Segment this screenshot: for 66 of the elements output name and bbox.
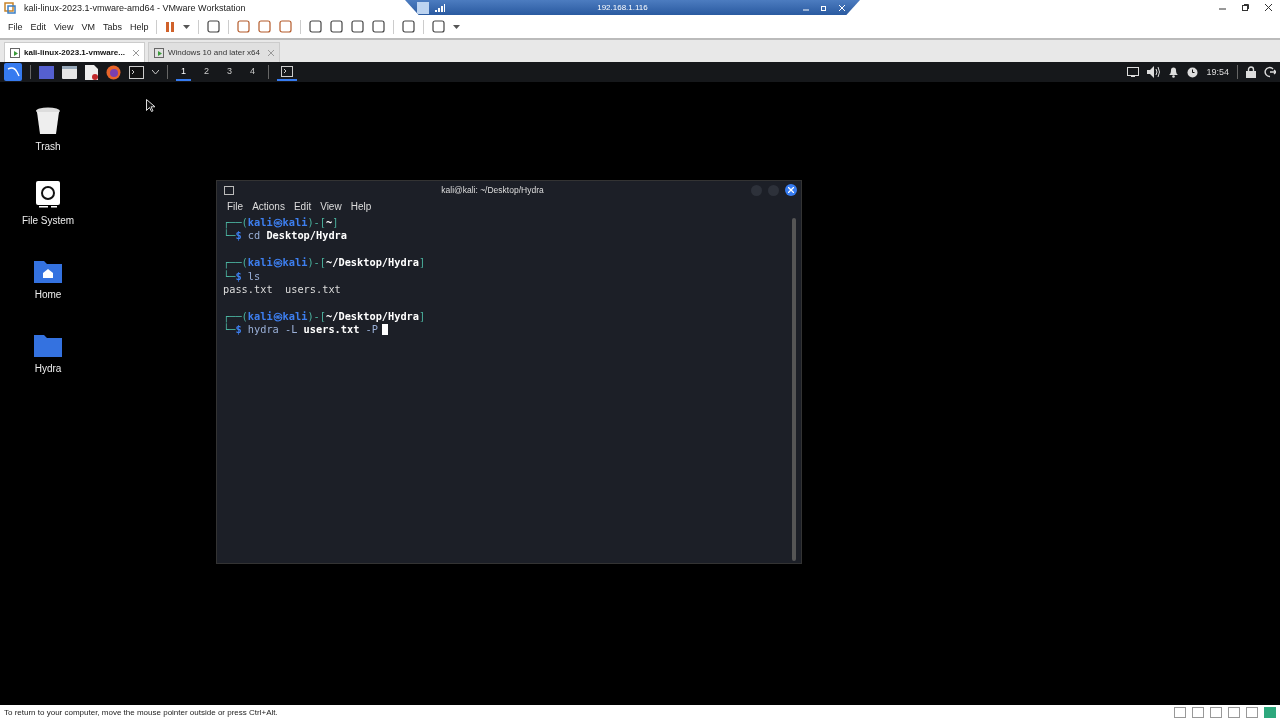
workspace-button[interactable]: 4 <box>245 63 261 81</box>
vm-icon <box>153 47 164 58</box>
caret-icon[interactable] <box>152 69 159 75</box>
terminal-icon[interactable] <box>129 65 144 79</box>
prompt-line: ┌──(kali㉿kali)-[~] <box>223 216 339 230</box>
drive-icon[interactable] <box>36 181 60 209</box>
close-tab-icon[interactable] <box>132 49 139 56</box>
trash-icon[interactable] <box>36 107 60 135</box>
status-message: To return to your computer, move the mouse pointer outside or press Ctrl+Alt. <box>4 708 278 717</box>
clock-time[interactable]: 19:54 <box>1206 67 1229 77</box>
desktop-icon-label[interactable]: Trash <box>35 141 61 152</box>
menu-item[interactable]: Help <box>129 21 149 32</box>
terminal-icon <box>224 185 234 195</box>
close-icon[interactable] <box>1265 4 1272 11</box>
clock-icon <box>1187 66 1199 78</box>
browser-icon[interactable] <box>106 64 121 80</box>
workspace-button[interactable]: 2 <box>199 63 215 81</box>
output-line: pass.txt users.txt <box>223 282 341 297</box>
remote-address: 192.168.1.116 <box>596 3 649 12</box>
folder-icon[interactable] <box>34 335 62 357</box>
logout-icon[interactable] <box>1264 66 1276 78</box>
home-folder-icon[interactable] <box>34 261 62 283</box>
file-manager-icon[interactable] <box>62 65 77 79</box>
menu-item[interactable]: Edit <box>30 21 47 32</box>
menu-item[interactable]: VM <box>81 21 95 32</box>
prompt-line: ┌──(kali㉿kali)-[~/Desktop/Hydra] <box>223 309 426 324</box>
pause-icon[interactable] <box>165 20 176 33</box>
menu-item[interactable]: View <box>54 21 74 32</box>
desktop-icon[interactable] <box>39 65 54 79</box>
kali-menu-icon[interactable] <box>4 63 22 81</box>
vm-tab[interactable]: Windows 10 and later x64 <box>147 42 280 62</box>
desktop-icon-label[interactable]: Home <box>34 289 62 300</box>
caret-icon[interactable] <box>453 24 461 29</box>
app-icon <box>4 1 16 14</box>
vm-icon <box>10 47 20 58</box>
menu-item[interactable]: Tabs <box>102 21 122 32</box>
terminal-task-button[interactable] <box>277 63 298 81</box>
menu-item[interactable]: View <box>320 201 342 212</box>
workspace-button[interactable]: 3 <box>222 63 238 81</box>
command-line: └─$ hydra -L users.txt -P <box>223 323 378 337</box>
window-title: kali-linux-2023.1-vmware-amd64 - VMware Workstation <box>24 2 246 13</box>
caret-icon[interactable] <box>183 24 191 29</box>
volume-icon[interactable] <box>1147 66 1161 78</box>
text-editor-icon[interactable] <box>85 64 98 80</box>
mouse-pointer-icon <box>146 99 155 112</box>
terminal-title: kali@kali: ~/Desktop/Hydra <box>440 185 545 195</box>
close-button[interactable] <box>785 184 797 196</box>
command-line: └─$ cd Desktop/Hydra <box>223 229 347 243</box>
menu-item[interactable]: Edit <box>293 201 312 212</box>
signal-icon <box>435 3 445 12</box>
desktop-icon-label[interactable]: File System <box>21 215 75 226</box>
computer-icon <box>417 1 429 14</box>
restore-icon[interactable] <box>1242 4 1249 11</box>
close-icon <box>788 187 794 193</box>
desktop-icon-label[interactable]: Hydra <box>34 363 62 374</box>
lock-icon[interactable] <box>1246 66 1256 78</box>
command-line: └─$ ls <box>223 269 261 283</box>
vm-tab[interactable]: kali-linux-2023.1-vmware... <box>4 42 145 62</box>
menu-item[interactable]: File <box>227 201 244 212</box>
menu-item[interactable]: Actions <box>252 201 285 212</box>
menu-item[interactable]: Help <box>350 201 372 212</box>
bell-icon[interactable] <box>1168 66 1180 78</box>
display-icon[interactable] <box>1127 67 1140 77</box>
menu-item[interactable]: File <box>8 21 23 32</box>
prompt-line: ┌──(kali㉿kali)-[~/Desktop/Hydra] <box>223 256 426 269</box>
scrollbar[interactable] <box>792 218 796 561</box>
